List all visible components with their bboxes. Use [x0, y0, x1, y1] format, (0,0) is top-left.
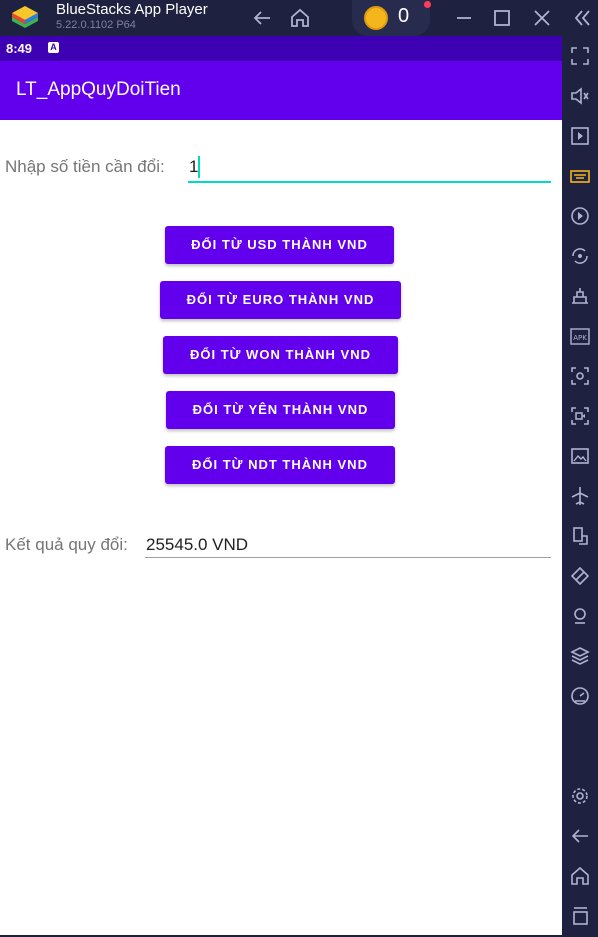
amount-label: Nhập số tiền cần đổi:	[5, 157, 165, 176]
layers-icon[interactable]	[568, 644, 592, 668]
window-title-bar: BlueStacks App Player 5.22.0.1102 P64 0	[0, 0, 598, 36]
keyboard-icon[interactable]	[568, 164, 592, 188]
bluestacks-logo	[12, 6, 38, 28]
back-arrow-icon[interactable]	[250, 6, 274, 30]
settings-icon[interactable]	[568, 784, 592, 808]
rotate-icon[interactable]	[568, 244, 592, 268]
notification-dot	[424, 1, 431, 8]
convert-ndt-button[interactable]: ĐỔI TỪ NDT THÀNH VND	[165, 446, 395, 484]
status-bar: 8:49 A	[0, 36, 562, 61]
convert-yen-button[interactable]: ĐỔI TỪ YÊN THÀNH VND	[166, 391, 395, 429]
svg-text:APK: APK	[573, 334, 587, 342]
home-icon[interactable]	[568, 864, 592, 888]
speed-icon[interactable]	[568, 684, 592, 708]
text-caret	[198, 156, 200, 178]
result-field[interactable]: 25545.0 VND	[146, 535, 248, 555]
collapse-icon[interactable]	[570, 6, 594, 30]
bluestacks-sidebar: APK	[562, 36, 598, 937]
recents-icon[interactable]	[568, 904, 592, 928]
fullscreen-icon[interactable]	[568, 44, 592, 68]
notification-icon: A	[48, 42, 59, 53]
app-bar: LT_AppQuyDoiTien	[0, 61, 562, 120]
back-icon[interactable]	[568, 824, 592, 848]
minimize-icon[interactable]	[452, 6, 476, 30]
app-title: LT_AppQuyDoiTien	[16, 79, 181, 100]
apk-icon[interactable]: APK	[568, 324, 592, 348]
android-screen: 8:49 A LT_AppQuyDoiTien Nhập số tiền cần…	[0, 36, 562, 935]
result-field-underline	[145, 557, 551, 558]
version-label: 5.22.0.1102 P64	[56, 19, 136, 31]
airplane-icon[interactable]	[568, 484, 592, 508]
eco-mode-icon[interactable]	[568, 564, 592, 588]
convert-usd-button[interactable]: ĐỔI TỪ USD THÀNH VND	[165, 226, 394, 264]
result-label: Kết quả quy đổi:	[5, 535, 128, 554]
coin-count: 0	[398, 5, 410, 27]
status-time: 8:49	[6, 41, 33, 56]
build-icon[interactable]	[568, 284, 592, 308]
macro-play-icon[interactable]	[568, 204, 592, 228]
coin-counter[interactable]: 0	[352, 0, 431, 36]
maximize-icon[interactable]	[490, 6, 514, 30]
volume-icon[interactable]	[568, 84, 592, 108]
window-title: BlueStacks App Player	[56, 1, 208, 18]
amount-input-underline	[188, 181, 551, 183]
convert-euro-button[interactable]: ĐỔI TỪ EURO THÀNH VND	[160, 281, 401, 319]
screenshot-icon[interactable]	[568, 364, 592, 388]
location-icon[interactable]	[568, 604, 592, 628]
media-icon[interactable]	[568, 124, 592, 148]
convert-won-button[interactable]: ĐỔI TỪ WON THÀNH VND	[163, 336, 398, 374]
home-icon[interactable]	[288, 6, 312, 30]
coin-icon	[364, 6, 388, 30]
close-icon[interactable]	[530, 6, 554, 30]
record-icon[interactable]	[568, 404, 592, 428]
multi-instance-icon[interactable]	[568, 524, 592, 548]
gallery-icon[interactable]	[568, 444, 592, 468]
